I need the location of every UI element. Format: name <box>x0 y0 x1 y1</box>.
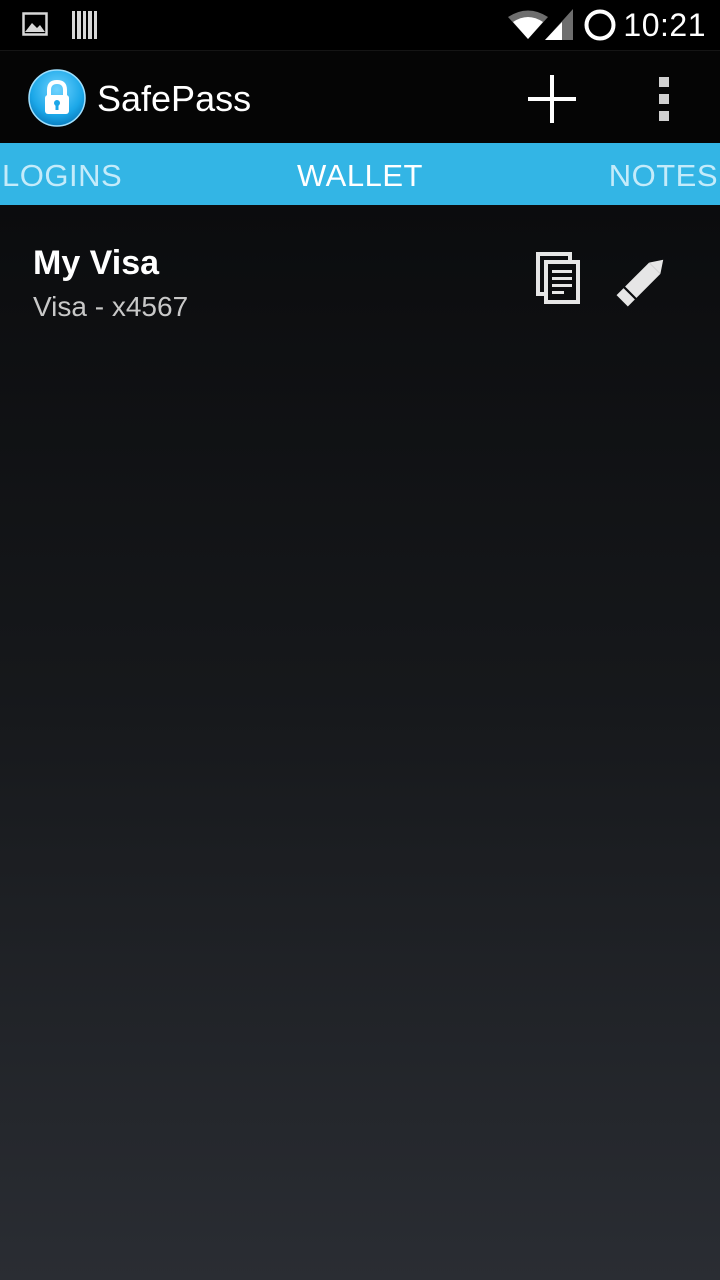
tab-notes[interactable]: NOTES <box>609 143 718 205</box>
item-title: My Visa <box>33 244 160 282</box>
signal-icon <box>545 9 573 40</box>
barcode-icon <box>72 11 97 39</box>
copy-button[interactable] <box>532 250 586 310</box>
tab-strip: LOGINS WALLET NOTES <box>0 143 720 205</box>
copy-icon <box>536 252 580 304</box>
edit-button[interactable] <box>610 249 674 313</box>
item-subtitle: Visa - x4567 <box>33 291 189 322</box>
gallery-icon <box>22 12 48 36</box>
add-button[interactable] <box>520 69 584 129</box>
status-bar: 10:21 <box>0 0 720 50</box>
action-bar: SafePass <box>0 50 720 143</box>
lock-icon <box>28 69 86 127</box>
overflow-menu-icon <box>659 77 669 121</box>
add-icon <box>528 75 576 123</box>
app-title: SafePass <box>97 78 252 119</box>
sync-circle-icon <box>584 9 616 41</box>
wifi-icon <box>508 10 548 39</box>
wallet-list: My Visa Visa - x4567 <box>0 205 720 1280</box>
pencil-icon <box>616 259 664 307</box>
status-time: 10:21 <box>623 7 706 43</box>
overflow-menu-button[interactable] <box>640 69 688 129</box>
list-item[interactable]: My Visa Visa - x4567 <box>0 205 720 345</box>
